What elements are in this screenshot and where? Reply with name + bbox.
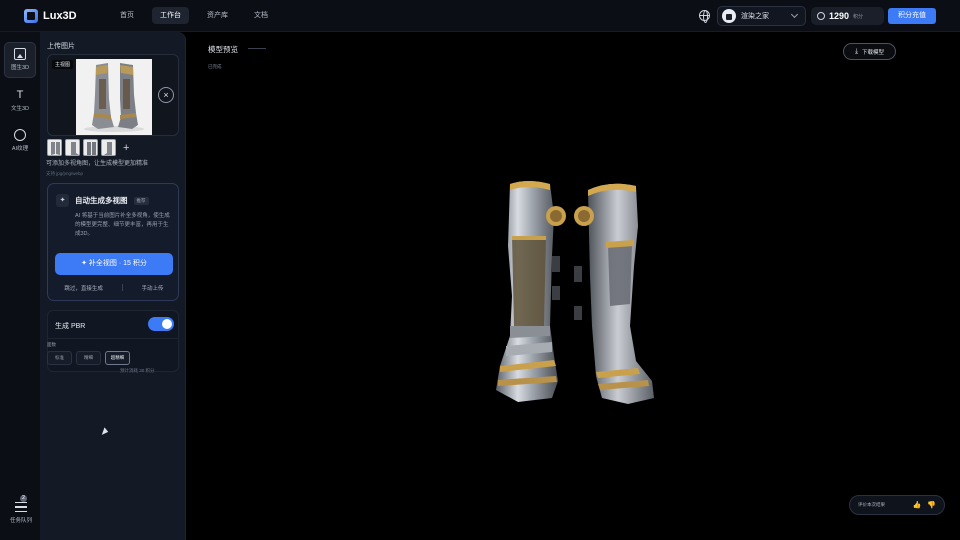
recommend-badge: 推荐	[133, 196, 149, 205]
pbr-label: 生成 PBR	[55, 323, 86, 330]
left-rail: 图生3D T 文生3D AI纹理 2 任务队列	[0, 32, 40, 540]
nav-home[interactable]: 首页	[112, 7, 142, 24]
task-queue-label: 任务队列	[9, 518, 32, 524]
cost-note: 预计消耗 30 积分	[120, 368, 155, 373]
user-name: 渲染之家	[741, 13, 769, 20]
multiview-description: AI 将基于当前图片补全多视角，使生成的模型更完整、细节更丰富，再用于生成3D。	[75, 213, 170, 237]
feedback-bar: 评价本次结果 👍 👎	[849, 495, 945, 515]
divider	[48, 338, 178, 339]
thumbnail-back[interactable]	[83, 139, 98, 156]
image-upload-area[interactable]: 主视图 ×	[47, 54, 179, 136]
credits-display[interactable]: 1290 积分	[811, 7, 884, 25]
quality-option-fine[interactable]: 精细	[76, 351, 101, 365]
main-nav: 首页 工作台 资产库 文档	[112, 7, 276, 24]
task-count-badge: 2	[20, 495, 27, 502]
feedback-label: 评价本次结果	[858, 502, 885, 507]
rail-item-image-to-3d[interactable]: 图生3D	[4, 42, 36, 78]
multiview-title-row: ✦ 自动生成多视图 推荐	[56, 194, 149, 207]
logo[interactable]: Lux3D	[24, 9, 77, 23]
rail-item-text-to-3d[interactable]: T 文生3D	[4, 84, 36, 120]
multiview-hint: 可添加多视角图，让生成模型更加精准	[46, 161, 149, 167]
preview-title: 模型预览	[208, 45, 266, 54]
thumbnail-right[interactable]	[101, 139, 116, 156]
quality-options: 标准 精细 超精细	[47, 351, 130, 365]
rail-label: 图生3D	[10, 65, 30, 71]
recharge-button[interactable]: 积分充值	[888, 8, 936, 24]
thumbs-up-icon[interactable]: 👍	[913, 501, 922, 509]
sparkle-icon: ✦	[56, 194, 69, 207]
preview-status: 已完成	[208, 64, 222, 69]
thumbnail-front[interactable]	[47, 139, 62, 156]
chevron-down-icon	[790, 10, 799, 19]
list-icon: 2	[15, 495, 27, 512]
logo-icon	[24, 9, 38, 23]
reference-image	[76, 59, 152, 135]
multiview-title: 自动生成多视图	[75, 196, 128, 205]
close-icon[interactable]: ×	[158, 87, 174, 103]
thumbnail-left[interactable]	[65, 139, 80, 156]
rail-label: AI纹理	[11, 146, 29, 152]
task-queue-button[interactable]: 2 任务队列	[8, 495, 34, 524]
3d-model-viewport[interactable]	[488, 176, 668, 412]
complete-views-button[interactable]: ✦ 补全视图 · 15 积分	[55, 253, 173, 275]
skip-link[interactable]: 跳过，直接生成	[64, 284, 103, 292]
palette-icon	[14, 129, 26, 141]
pbr-toggle[interactable]	[148, 317, 174, 331]
nav-assets[interactable]: 资产库	[199, 7, 236, 24]
download-model-button[interactable]: ⤓ 下载模型	[843, 43, 896, 60]
manual-upload-link[interactable]: 手动上传	[142, 284, 164, 292]
panel-title: 上传图片	[47, 43, 75, 50]
credits-count: 1290	[829, 11, 850, 21]
image-icon	[14, 48, 26, 60]
generation-panel: 上传图片 主视图 × + 可添加多视角图，让生成模型更加精准 支持 jpg/pn…	[40, 32, 186, 540]
avatar	[722, 9, 736, 23]
rail-item-ai-texture[interactable]: AI纹理	[4, 124, 36, 160]
nav-workbench[interactable]: 工作台	[152, 7, 189, 24]
add-view-icon[interactable]: +	[123, 142, 129, 154]
multiview-links: 跳过，直接生成 手动上传	[55, 284, 173, 292]
globe-icon[interactable]	[699, 10, 710, 23]
user-menu[interactable]: 渲染之家	[717, 6, 806, 26]
credits-unit: 积分	[853, 13, 864, 20]
multiview-card: ✦ 自动生成多视图 推荐 AI 将基于当前图片补全多视角，使生成的模型更完整、细…	[47, 183, 179, 301]
quality-label: 面数	[47, 342, 56, 347]
thumbs-down-icon[interactable]: 👎	[927, 501, 936, 509]
quality-option-ultra[interactable]: 超精细	[105, 351, 130, 365]
text-icon: T	[16, 89, 24, 101]
main-view-tag: 主视图	[52, 60, 74, 69]
quality-option-standard[interactable]: 标准	[47, 351, 72, 365]
top-bar: Lux3D 首页 工作台 资产库 文档 渲染之家 1290 积分 积分充值	[0, 0, 960, 32]
logo-text: Lux3D	[43, 10, 77, 22]
divider	[121, 284, 123, 291]
format-note: 支持 jpg/png/webp	[46, 171, 84, 176]
rail-label: 文生3D	[10, 106, 30, 112]
view-thumbnails: +	[47, 139, 129, 156]
download-icon: ⤓	[854, 47, 859, 55]
coin-icon	[817, 12, 825, 20]
download-label: 下载模型	[862, 49, 885, 56]
nav-docs[interactable]: 文档	[246, 7, 276, 24]
